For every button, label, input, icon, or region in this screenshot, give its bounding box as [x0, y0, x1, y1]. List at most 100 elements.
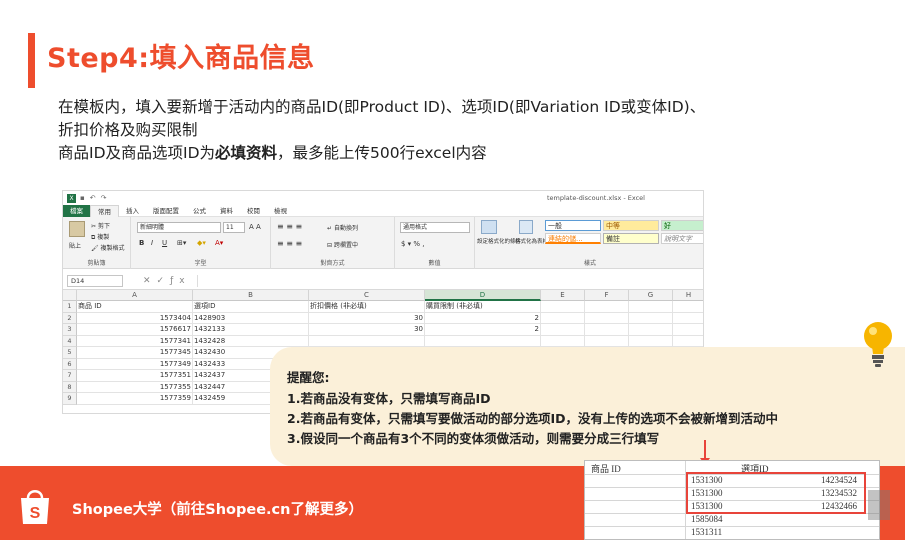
table-cell[interactable]: 1577345 — [77, 347, 193, 359]
table-cell[interactable]: 2 — [425, 312, 541, 324]
wrap-text-button[interactable]: ↵ 自動換列 — [327, 223, 358, 232]
row-header[interactable]: 3 — [63, 324, 77, 336]
align-left-icon[interactable]: ≡ ≡ ≡ — [277, 239, 302, 248]
table-cell[interactable]: 30 — [309, 324, 425, 336]
style-normal[interactable]: 一般 — [545, 220, 601, 231]
copy-button[interactable]: ⧉ 複製 — [91, 232, 109, 242]
tab-file[interactable]: 檔案 — [63, 204, 90, 217]
table-cell[interactable]: 1573404 — [77, 312, 193, 324]
formula-input[interactable] — [196, 275, 703, 287]
column-header-c[interactable]: C — [309, 290, 425, 301]
table-cell[interactable] — [629, 301, 673, 313]
table-cell[interactable]: 商品 ID — [77, 301, 193, 313]
tab-home[interactable]: 常用 — [90, 204, 119, 217]
row-header[interactable]: 7 — [63, 370, 77, 382]
table-cell[interactable] — [629, 324, 673, 336]
borders-icon[interactable]: ⊞▾ — [177, 239, 186, 247]
format-painter-button[interactable]: 🖌 複製格式 — [91, 243, 125, 252]
cut-button[interactable]: ✂ 剪下 — [91, 221, 110, 230]
row-header[interactable]: 8 — [63, 381, 77, 393]
fx-icon[interactable]: ✕✓ƒx — [143, 276, 191, 286]
style-explanatory[interactable]: 說明文字 — [661, 233, 703, 244]
table-cell[interactable]: 1432428 — [193, 335, 309, 347]
font-color-icon[interactable]: A▾ — [215, 239, 223, 247]
style-neutral[interactable]: 中等 — [603, 220, 659, 231]
tab-view[interactable]: 檢視 — [267, 205, 294, 217]
row-header[interactable]: 9 — [63, 393, 77, 405]
excel-logo-icon: X — [67, 193, 76, 203]
grow-font-button[interactable]: A A — [249, 223, 261, 231]
fill-color-icon[interactable]: ◆▾ — [197, 239, 206, 247]
bold-button[interactable]: B — [139, 239, 144, 247]
format-as-table-icon[interactable] — [519, 220, 533, 234]
merge-center-button[interactable]: ⊟ 跨欄置中 — [327, 240, 358, 249]
table-cell[interactable]: 1577359 — [77, 393, 193, 405]
column-header-f[interactable]: F — [585, 290, 629, 301]
table-cell[interactable] — [673, 301, 703, 313]
save-icon[interactable]: ▪ — [80, 194, 85, 202]
tab-review[interactable]: 校閱 — [240, 205, 267, 217]
row-header[interactable]: 2 — [63, 312, 77, 324]
row-header[interactable]: 6 — [63, 358, 77, 370]
font-size-select[interactable]: 11 — [223, 222, 245, 233]
redo-icon[interactable]: ↷ — [101, 194, 107, 202]
table-cell[interactable] — [673, 324, 703, 336]
paste-icon[interactable] — [69, 221, 85, 237]
table-cell[interactable] — [541, 301, 585, 313]
style-note[interactable]: 備註 — [603, 233, 659, 244]
table-cell[interactable]: 1432133 — [193, 324, 309, 336]
column-header-d[interactable]: D — [425, 290, 541, 301]
tab-page-layout[interactable]: 版面配置 — [146, 205, 186, 217]
select-all-corner[interactable] — [63, 290, 77, 301]
table-cell[interactable]: 折扣價格 (非必填) — [309, 301, 425, 313]
table-cell[interactable] — [309, 335, 425, 347]
footer-link[interactable]: Shopee大学（前往Shopee.cn了解更多） — [72, 498, 363, 519]
table-cell[interactable]: 1577355 — [77, 381, 193, 393]
format-as-table-button[interactable]: 格式化為表格 — [515, 237, 548, 245]
column-header-a[interactable]: A — [77, 290, 193, 301]
currency-icon[interactable]: $ ▾ % , — [401, 240, 425, 248]
table-cell[interactable] — [541, 335, 585, 347]
tab-formulas[interactable]: 公式 — [186, 205, 213, 217]
table-cell[interactable] — [673, 336, 703, 347]
column-header-b[interactable]: B — [193, 290, 309, 301]
row-header[interactable]: 4 — [63, 335, 77, 347]
table-cell[interactable]: 2 — [425, 324, 541, 336]
number-format-select[interactable]: 通用格式 — [400, 222, 470, 233]
tab-data[interactable]: 資料 — [213, 205, 240, 217]
table-cell[interactable] — [585, 301, 629, 313]
undo-icon[interactable]: ↶ — [90, 194, 96, 202]
row-header[interactable]: 5 — [63, 347, 77, 359]
style-good[interactable]: 好 — [661, 220, 703, 231]
font-name-select[interactable]: 新細明體 — [137, 222, 221, 233]
tab-insert[interactable]: 插入 — [119, 205, 146, 217]
column-header-g[interactable]: G — [629, 290, 673, 301]
row-header[interactable]: 1 — [63, 301, 77, 313]
table-cell[interactable]: 購買限制 (非必填) — [425, 301, 541, 313]
style-linked-cell[interactable]: 連結的儲... — [545, 233, 601, 244]
column-header-h[interactable]: H — [673, 290, 703, 301]
table-cell[interactable]: 1576617 — [77, 324, 193, 336]
conditional-format-icon[interactable] — [481, 220, 497, 234]
column-header-e[interactable]: E — [541, 290, 585, 301]
table-cell[interactable]: 1577349 — [77, 358, 193, 370]
table-cell[interactable] — [585, 335, 629, 347]
underline-button[interactable]: U — [162, 239, 167, 247]
table-cell[interactable]: 30 — [309, 312, 425, 324]
table-cell[interactable] — [541, 324, 585, 336]
paste-button[interactable]: 貼上 — [69, 241, 81, 250]
table-cell[interactable] — [585, 312, 629, 324]
table-cell[interactable]: 1577351 — [77, 370, 193, 382]
table-cell[interactable] — [629, 335, 673, 347]
table-cell[interactable]: 選項ID — [193, 301, 309, 313]
align-top-icon[interactable]: ≡ ≡ ≡ — [277, 222, 302, 231]
table-cell[interactable] — [673, 313, 703, 324]
table-cell[interactable] — [629, 312, 673, 324]
table-cell[interactable] — [425, 335, 541, 347]
table-cell[interactable] — [585, 324, 629, 336]
name-box[interactable]: D14 — [67, 275, 123, 287]
italic-button[interactable]: I — [151, 239, 153, 247]
table-cell[interactable]: 1428903 — [193, 312, 309, 324]
table-cell[interactable] — [541, 312, 585, 324]
table-cell[interactable]: 1577341 — [77, 335, 193, 347]
